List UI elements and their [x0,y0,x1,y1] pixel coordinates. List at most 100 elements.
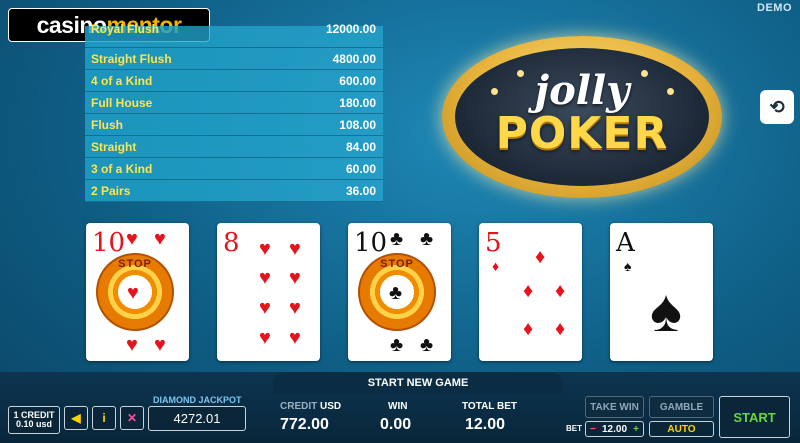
paytable-amount: 60.00 [345,161,376,176]
credit-denom-line2: 0.10 usd [15,419,53,429]
bet-stepper: − 12.00 + [585,421,644,437]
club-icon: ♣ [390,228,404,250]
heart-icon: ♥ [289,327,301,349]
paytable-amount: 36.00 [345,183,376,198]
heart-icon: ♥ [259,267,271,289]
card-2[interactable]: 8 ♥ ♥ ♥ ♥ ♥ ♥ ♥ ♥ [217,223,320,361]
history-button[interactable]: ⟲ [760,90,794,124]
total-bet-label: TOTAL BET [462,401,517,412]
card-4[interactable]: 5 ♦ ♦ ♦ ♦ ♦ ♦ [479,223,582,361]
credit-label-text: CREDIT [280,401,318,412]
card-rank: 10 [92,228,126,258]
sound-button[interactable]: ◀ [64,406,88,430]
card-1[interactable]: 10 ♥ ♥ ♥ ♥ STOP ♥ [86,223,189,361]
club-icon: ♣ [390,334,404,356]
info-icon: i [102,411,106,425]
credit-label: CREDIT USD [280,401,341,412]
card-rank: A [616,228,635,258]
hold-text: STOP [380,258,414,270]
paytable-hand: Full House [91,95,153,110]
heart-icon: ♥ [259,238,271,260]
history-icon: ⟲ [769,96,785,117]
paytable-row: Straight 84.00 [85,136,383,158]
card-rank: 5 [485,228,502,258]
heart-icon: ♥ [289,238,301,260]
heart-icon: ♥ [126,334,138,356]
hold-marker: STOP ♣ [358,253,436,331]
logo-dot [517,70,524,77]
heart-icon: ♥ [154,334,166,356]
heart-icon: ♥ [289,297,301,319]
paytable-amount: 84.00 [345,139,376,154]
paytable-amount: 12000.00 [325,21,376,36]
start-button[interactable]: START [719,396,790,438]
paytable-amount: 108.00 [339,117,376,132]
card-5[interactable]: A ♠ ♠ [610,223,713,361]
logo-dot [641,70,648,77]
bet-plus-button[interactable]: + [633,424,639,435]
diamond-icon: ♦ [555,280,566,302]
paytable-row: Royal Flush 12000.00 [85,22,383,48]
win-label: WIN [388,401,408,412]
paytable-hand: 2 Pairs [91,183,131,198]
club-icon: ♣ [420,228,434,250]
bet-label: BET [566,424,582,433]
club-icon: ♣ [420,334,434,356]
club-icon: ♣ [389,282,403,304]
diamond-icon: ♦ [535,246,546,268]
jackpot-value: 4272.01 [148,406,246,431]
card-rank: 8 [223,228,240,258]
paytable-hand: Royal Flush [91,21,160,36]
auto-button[interactable]: AUTO [649,421,714,437]
hold-marker: STOP ♥ [96,253,174,331]
logo-dot [667,88,674,95]
bet-value: 12.00 [601,423,628,435]
info-button[interactable]: i [92,406,116,430]
paytable: Royal Flush 12000.00 Straight Flush 4800… [85,22,383,202]
paytable-hand: 4 of a Kind [91,73,153,88]
jackpot-label: DIAMOND JACKPOT [153,395,242,405]
paytable-hand: Straight Flush [91,51,172,66]
card-3[interactable]: 10 ♣ ♣ ♣ ♣ STOP ♣ [348,223,451,361]
paytable-amount: 600.00 [339,73,376,88]
gamble-button[interactable]: GAMBLE [649,396,714,418]
diamond-icon: ♦ [523,318,534,340]
heart-icon: ♥ [127,282,139,304]
paytable-row: 4 of a Kind 600.00 [85,70,383,92]
heart-icon: ♥ [126,228,138,250]
fullscreen-button[interactable]: ✕ [120,406,144,430]
total-bet-value: 12.00 [465,416,506,433]
credit-denomination-button[interactable]: 1 CREDIT 0.10 usd [8,406,60,434]
paytable-row: Straight Flush 4800.00 [85,48,383,70]
heart-icon: ♥ [154,228,166,250]
card-rank: 10 [354,228,388,258]
diamond-icon: ♦ [555,318,566,340]
paytable-row: Flush 108.00 [85,114,383,136]
logo-poker: POKER [495,108,669,159]
fullscreen-icon: ✕ [126,411,138,425]
bet-minus-button[interactable]: − [590,424,596,435]
diamond-icon: ♦ [523,280,534,302]
paytable-hand: Flush [91,117,123,132]
logo-dot [491,88,498,95]
heart-icon: ♥ [259,327,271,349]
heart-icon: ♥ [289,267,301,289]
paytable-amount: 4800.00 [332,51,376,66]
game-message: START NEW GAME [273,372,563,394]
spade-icon: ♠ [624,258,632,274]
jolly-poker-logo: jolly POKER [442,36,722,198]
paytable-row: 2 Pairs 36.00 [85,180,383,202]
spade-icon: ♠ [650,277,682,344]
heart-icon: ♥ [259,297,271,319]
paytable-hand: 3 of a Kind [91,161,153,176]
diamond-icon: ♦ [492,258,500,274]
win-value: 0.00 [380,416,412,433]
paytable-row: 3 of a Kind 60.00 [85,158,383,180]
paytable-hand: Straight [91,139,137,154]
paytable-row: Full House 180.00 [85,92,383,114]
speaker-icon: ◀ [71,411,81,425]
logo-inner: jolly POKER [455,48,709,186]
paytable-amount: 180.00 [339,95,376,110]
credit-unit: USD [320,401,342,412]
take-win-button[interactable]: TAKE WIN [585,396,644,418]
